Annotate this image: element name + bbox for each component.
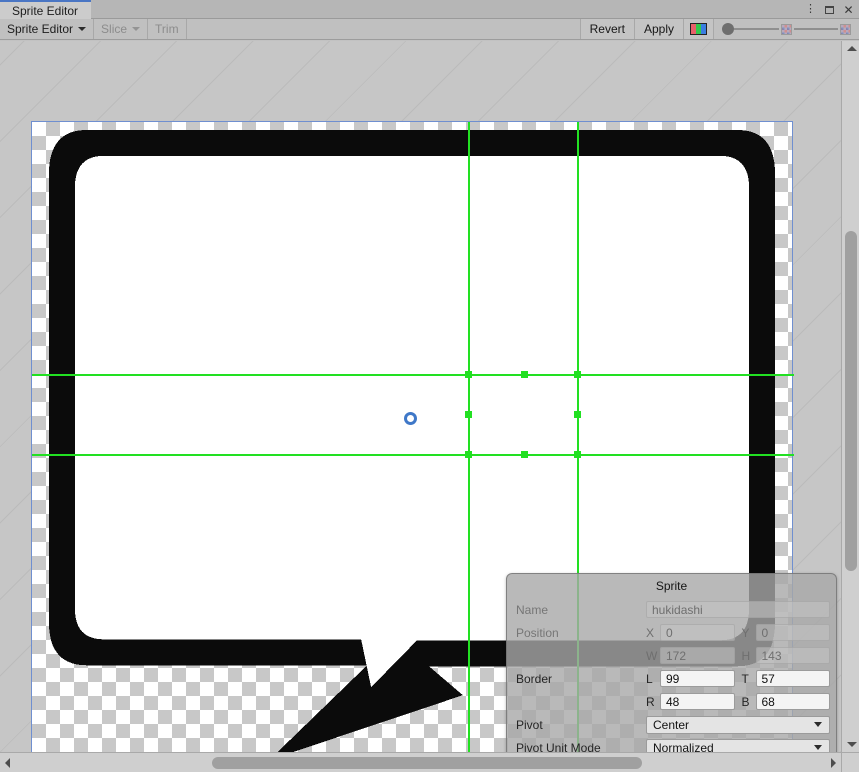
pivot-unit-mode-value: Normalized (653, 740, 714, 753)
chevron-down-icon (814, 722, 822, 727)
pixelation-icon-large (840, 23, 851, 35)
sprite-editor-menu-button[interactable]: Sprite Editor (0, 19, 95, 39)
inspector-title: Sprite (655, 579, 688, 593)
position-y-label: Y (741, 625, 750, 640)
close-icon[interactable]: ✕ (840, 0, 857, 19)
zoom-slider-track[interactable] (734, 28, 779, 30)
inspector-row-pivot: Pivot Center (507, 713, 836, 736)
chevron-down-icon (78, 27, 87, 31)
tab-sprite-editor[interactable]: Sprite Editor (0, 0, 92, 19)
sprite-canvas[interactable]: Sprite Name hukidashi Position X 0 Y 0 W… (0, 41, 841, 752)
pivot-label: Pivot (516, 717, 543, 732)
rgb-swatch (690, 23, 707, 35)
border-l-field[interactable]: 99 (660, 670, 735, 687)
window-controls: ⋮ ✕ (802, 0, 857, 19)
position-y-group: Y 0 (741, 624, 830, 641)
chevron-down-icon (132, 27, 141, 31)
position-x-label: X (646, 625, 655, 640)
revert-button[interactable]: Revert (580, 19, 635, 39)
toolbar-right-group: Revert Apply (580, 19, 859, 39)
slice-label: Slice (101, 22, 128, 36)
border-handle-top-right[interactable] (574, 371, 581, 378)
inspector-row-name: Name hukidashi (507, 598, 836, 621)
trim-button[interactable]: Trim (148, 19, 187, 39)
tab-label: Sprite Editor (12, 3, 79, 18)
border-handle-top-center[interactable] (521, 371, 528, 378)
border-r-group: R 48 (646, 693, 735, 710)
slice-menu-button[interactable]: Slice (94, 19, 149, 39)
scroll-left-arrow-icon[interactable] (5, 758, 10, 768)
border-b-label: B (741, 694, 750, 709)
border-handle-top-left[interactable] (465, 371, 472, 378)
pivot-unit-mode-label: Pivot Unit Mode (516, 740, 601, 753)
vertical-scrollbar[interactable] (841, 41, 859, 752)
name-label: Name (516, 602, 549, 617)
position-h-field[interactable]: 143 (755, 647, 830, 664)
position-w-label: W (646, 648, 658, 663)
main-toolbar: Sprite Editor Slice Trim Revert Apply (0, 19, 859, 40)
chevron-down-icon (814, 745, 822, 750)
border-b-group: B 68 (741, 693, 830, 710)
border-handle-bottom-left[interactable] (465, 451, 472, 458)
border-label: Border (516, 671, 553, 686)
maximize-icon[interactable] (821, 0, 838, 19)
horizontal-scrollbar-thumb[interactable] (212, 757, 642, 769)
border-t-field[interactable]: 57 (755, 670, 830, 687)
position-w-field[interactable]: 172 (660, 647, 735, 664)
close-glyph: ✕ (843, 2, 854, 17)
sprite-editor-menu-label: Sprite Editor (7, 22, 74, 36)
apply-label: Apply (643, 22, 674, 36)
position-y-field[interactable]: 0 (755, 624, 830, 641)
border-handle-bottom-center[interactable] (521, 451, 528, 458)
revert-label: Revert (589, 22, 625, 36)
inspector-row-border-lt: Border L 99 T 57 (507, 667, 836, 690)
pivot-handle-icon[interactable] (404, 412, 417, 425)
window-titlebar: Sprite Editor ⋮ ✕ (0, 0, 859, 19)
border-r-field[interactable]: 48 (660, 693, 735, 710)
border-guide-left[interactable] (468, 122, 470, 752)
inspector-row-position: Position X 0 Y 0 (507, 621, 836, 644)
scrollbar-corner (841, 752, 859, 772)
border-t-group: T 57 (741, 670, 830, 687)
sprite-inspector-panel: Sprite Name hukidashi Position X 0 Y 0 W… (506, 573, 837, 752)
zoom-slider-knob[interactable] (722, 23, 734, 35)
rgb-channel-icon[interactable] (684, 19, 714, 39)
border-handle-bottom-right[interactable] (574, 451, 581, 458)
border-handle-middle-right[interactable] (574, 411, 581, 418)
zoom-slider-track-2[interactable] (794, 28, 838, 30)
pixelation-icon-small (781, 23, 792, 35)
trim-label: Trim (155, 22, 179, 36)
position-w-group: W 172 (646, 647, 735, 664)
border-l-group: L 99 (646, 670, 735, 687)
border-r-label: R (646, 694, 655, 709)
position-h-group: H 143 (741, 647, 830, 664)
horizontal-scrollbar[interactable] (0, 752, 841, 772)
pivot-value: Center (653, 717, 690, 732)
border-guide-bottom[interactable] (32, 454, 794, 456)
scroll-down-arrow-icon[interactable] (847, 742, 857, 747)
toolbar-spacer (187, 19, 581, 39)
name-field[interactable]: hukidashi (646, 601, 830, 618)
border-handle-middle-left[interactable] (465, 411, 472, 418)
position-label: Position (516, 625, 559, 640)
kebab-menu-icon[interactable]: ⋮ (802, 0, 819, 19)
inspector-row-pivot-unit-mode: Pivot Unit Mode Normalized (507, 736, 836, 752)
inspector-row-border-rb: R 48 B 68 (507, 690, 836, 713)
zoom-slider[interactable] (714, 19, 859, 39)
position-h-label: H (741, 648, 751, 663)
pivot-unit-mode-dropdown[interactable]: Normalized (646, 738, 830, 753)
position-x-field[interactable]: 0 (660, 624, 735, 641)
border-guide-top[interactable] (32, 374, 794, 376)
border-b-field[interactable]: 68 (755, 693, 830, 710)
apply-button[interactable]: Apply (634, 19, 684, 39)
border-l-label: L (646, 671, 653, 686)
scroll-up-arrow-icon[interactable] (847, 46, 857, 51)
border-t-label: T (741, 671, 749, 686)
position-x-group: X 0 (646, 624, 735, 641)
vertical-scrollbar-thumb[interactable] (845, 231, 857, 571)
scroll-right-arrow-icon[interactable] (831, 758, 836, 768)
inspector-row-size: W 172 H 143 (507, 644, 836, 667)
sprite-editor-window: Sprite Editor ⋮ ✕ Sprite Editor Slice Tr… (0, 0, 859, 772)
pivot-dropdown[interactable]: Center (646, 715, 830, 734)
